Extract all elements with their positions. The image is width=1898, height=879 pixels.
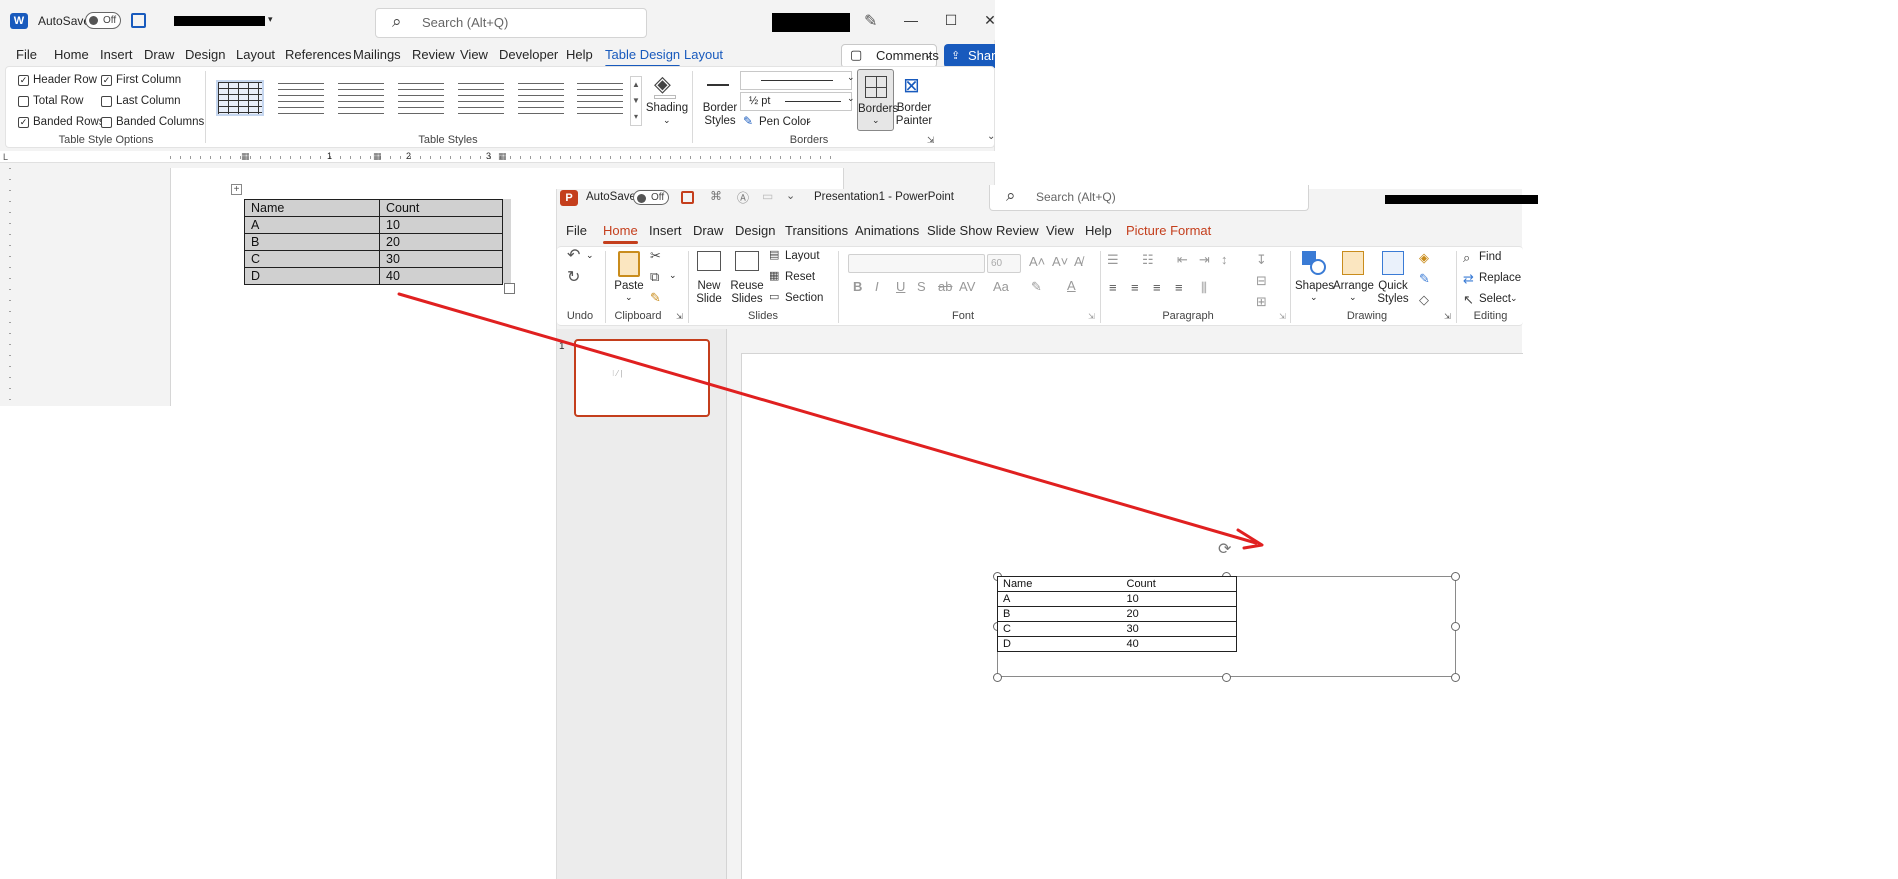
- annotation-arrow-line: [397, 292, 1258, 545]
- annotation-arrow: [397, 292, 1264, 550]
